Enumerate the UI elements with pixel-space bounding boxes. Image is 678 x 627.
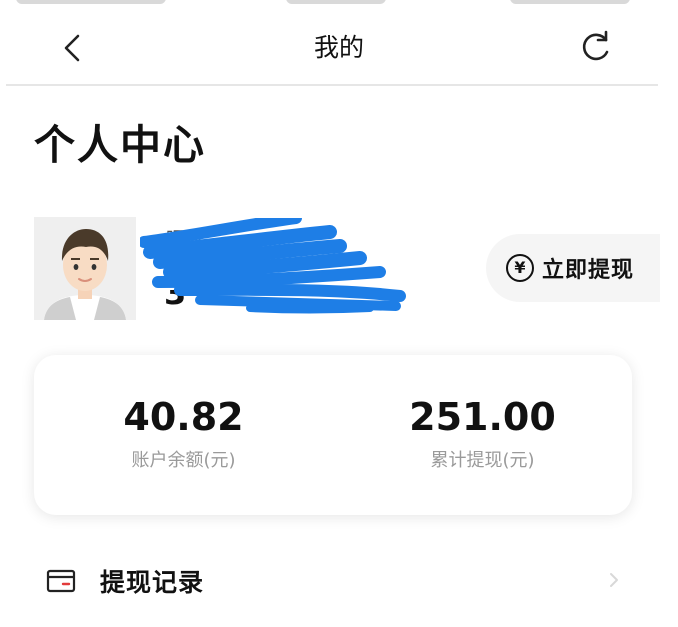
page-title: 个人中心 bbox=[34, 121, 206, 169]
refresh-icon[interactable] bbox=[576, 30, 614, 68]
yen-icon: ¥ bbox=[506, 254, 534, 282]
status-bar-left bbox=[16, 0, 166, 4]
total-withdrawn-stat[interactable]: 251.00 累计提现(元) bbox=[333, 355, 632, 473]
withdraw-records-item[interactable]: 提现记录 bbox=[34, 556, 632, 606]
withdraw-records-label: 提现记录 bbox=[100, 568, 205, 597]
nav-divider bbox=[6, 84, 658, 86]
balance-label: 账户余额(元) bbox=[131, 450, 236, 471]
balance-stat[interactable]: 40.82 账户余额(元) bbox=[34, 355, 333, 473]
balance-value: 40.82 bbox=[123, 395, 244, 439]
avatar-illustration bbox=[34, 217, 136, 320]
redaction-scribble bbox=[140, 218, 406, 314]
status-bar bbox=[0, 0, 678, 14]
chevron-right-icon bbox=[610, 573, 618, 587]
withdraw-now-button[interactable]: ¥ 立即提现 bbox=[486, 234, 660, 302]
total-withdrawn-value: 251.00 bbox=[409, 395, 556, 439]
status-bar-right bbox=[510, 0, 630, 4]
status-bar-center bbox=[286, 0, 386, 4]
user-info: 昵称 3 bbox=[140, 218, 420, 328]
stats-card: 40.82 账户余额(元) 251.00 累计提现(元) bbox=[34, 355, 632, 515]
total-withdrawn-label: 累计提现(元) bbox=[430, 450, 535, 471]
avatar bbox=[34, 217, 136, 320]
withdraw-now-label: 立即提现 bbox=[542, 258, 635, 283]
record-icon bbox=[46, 569, 76, 593]
nav-bar: 我的 bbox=[0, 14, 678, 84]
